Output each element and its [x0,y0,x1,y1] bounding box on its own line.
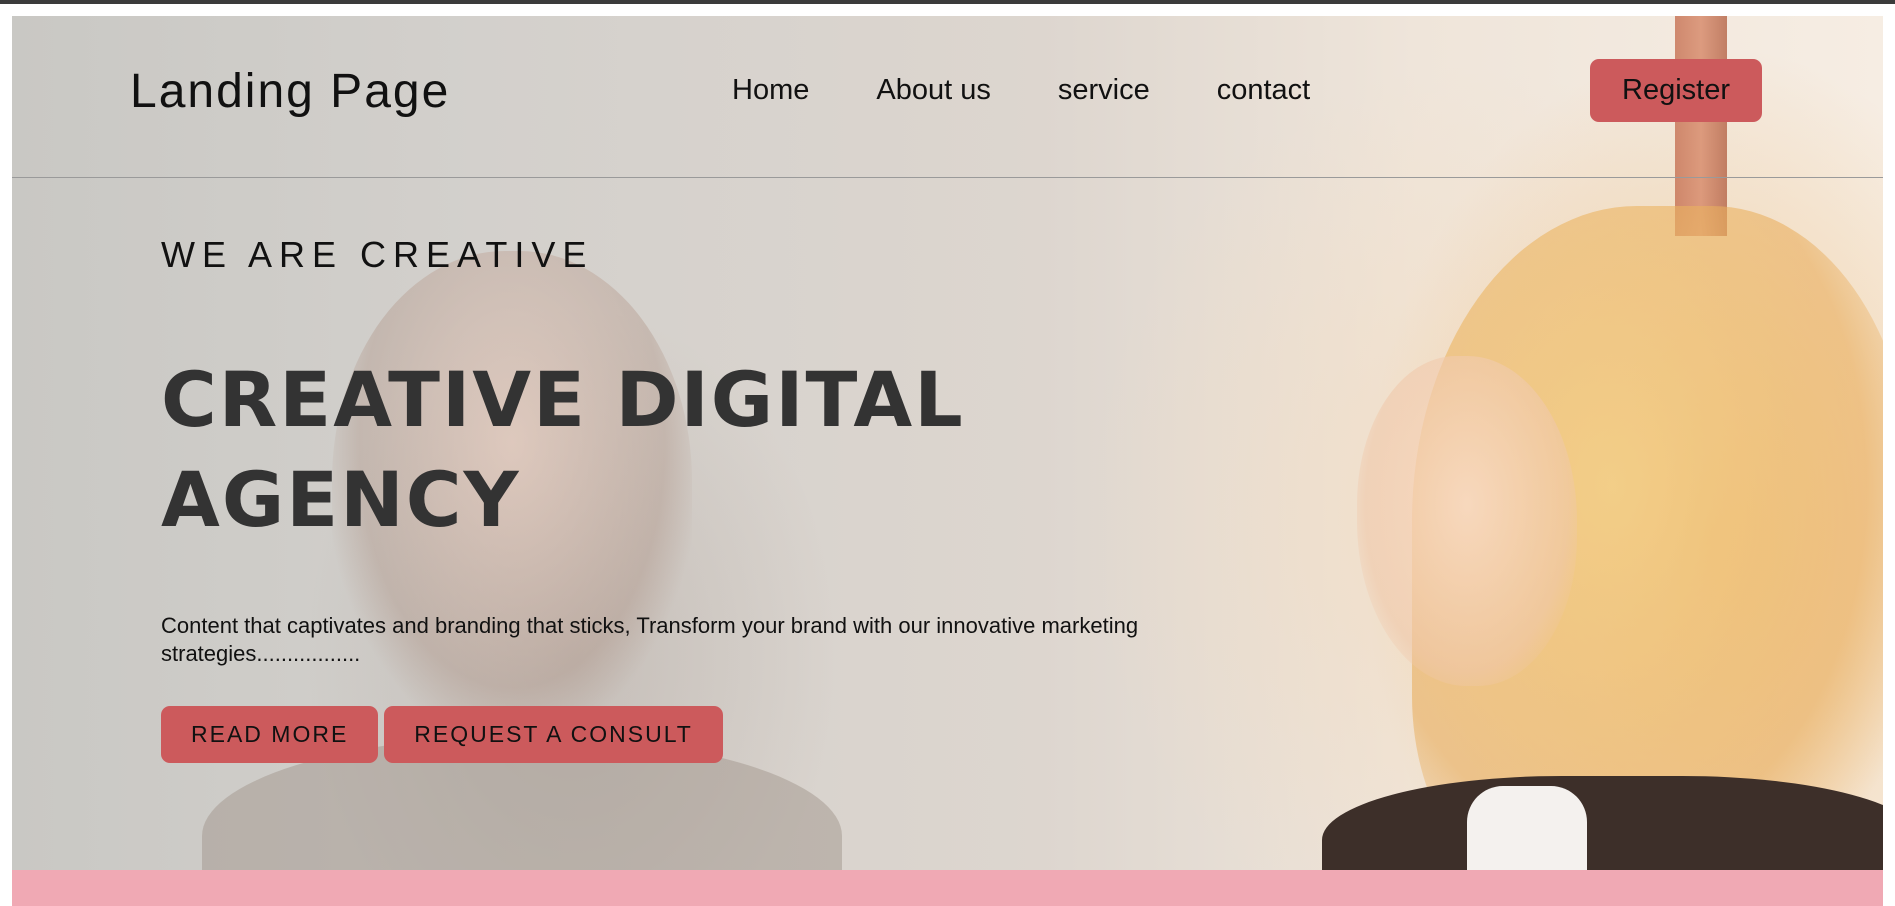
hero-content: WE ARE CREATIVE CREATIVE DIGITAL AGENCY … [161,234,1261,763]
nav-service[interactable]: service [1058,74,1150,107]
hero-headline: CREATIVE DIGITAL AGENCY [161,355,965,544]
nav-home[interactable]: Home [732,74,809,107]
hero-kicker: WE ARE CREATIVE [161,234,594,275]
request-consult-button[interactable]: REQUEST A CONSULT [384,706,723,763]
nav-about[interactable]: About us [876,74,990,107]
hero-actions: READ MORE REQUEST A CONSULT [161,706,1261,763]
hero-description: Content that captivates and branding tha… [161,613,1139,666]
brand-logo[interactable]: Landing Page [130,64,450,119]
background-person-right-face [1357,356,1577,686]
main-nav: Home About us service contact [732,74,1377,107]
read-more-button[interactable]: READ MORE [161,706,379,763]
top-border [0,0,1895,4]
site-header: Landing Page Home About us service conta… [12,16,1883,178]
register-button[interactable]: Register [1590,59,1762,122]
next-section-band [12,870,1883,906]
hero-section: Landing Page Home About us service conta… [12,16,1883,906]
nav-contact[interactable]: contact [1217,74,1311,107]
